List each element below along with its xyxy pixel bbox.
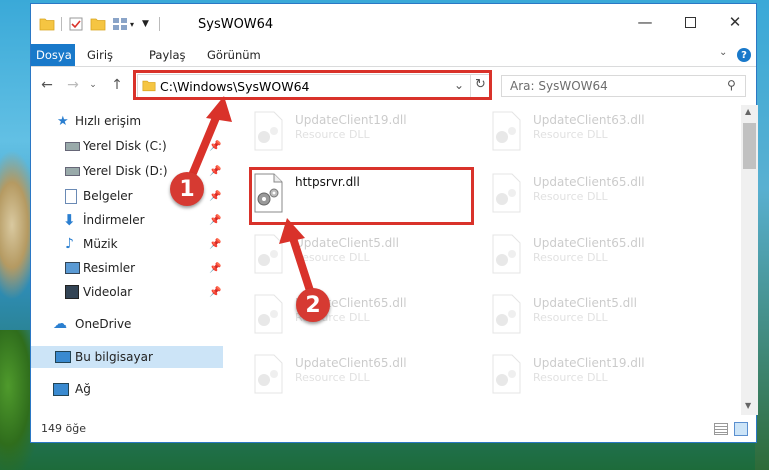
- arrow-2-head: [279, 218, 305, 244]
- arrow-1-head: [206, 96, 232, 122]
- annotation-arrows: [184, 96, 317, 304]
- step-badge-1: 1: [170, 172, 204, 206]
- step-badge-2: 2: [296, 288, 330, 322]
